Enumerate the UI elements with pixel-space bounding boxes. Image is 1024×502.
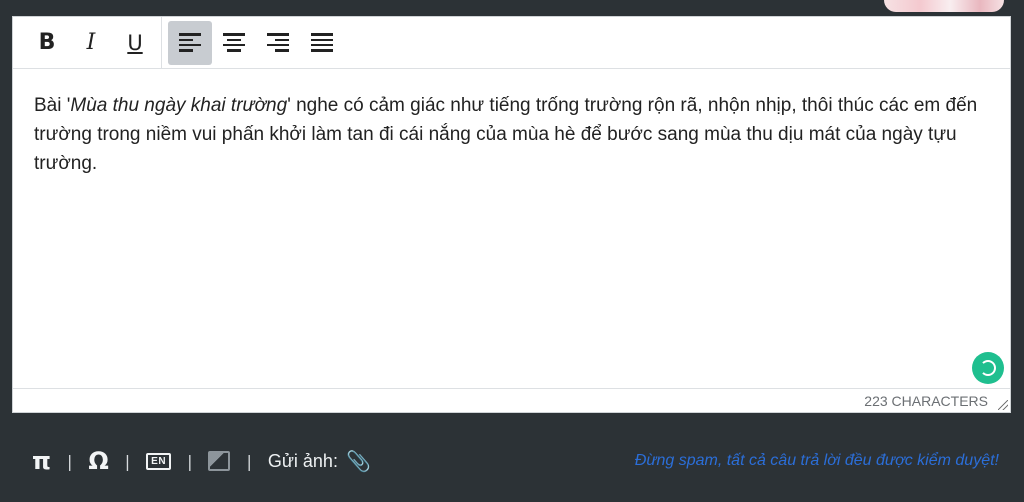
toolbar-separator: |: [246, 451, 252, 471]
content-prefix: Bài ': [34, 95, 71, 116]
align-justify-button[interactable]: [300, 21, 344, 65]
paperclip-icon[interactable]: 📎: [346, 449, 371, 473]
align-left-icon: [179, 33, 201, 52]
align-center-icon: [223, 33, 245, 52]
toolbar-divider: [161, 16, 162, 69]
editor-content[interactable]: Bài 'Mùa thu ngày khai trường' nghe có c…: [13, 69, 1010, 178]
draw-icon[interactable]: [208, 451, 231, 471]
align-right-icon: [267, 33, 289, 52]
formatting-toolbar: B I U: [13, 16, 1010, 69]
toolbar-separator: |: [124, 451, 131, 471]
align-left-button[interactable]: [168, 20, 212, 65]
decorative-flower: [884, 0, 1004, 12]
keyboard-en-icon[interactable]: EN: [146, 452, 172, 470]
send-image-label: Gửi ảnh:: [267, 450, 338, 471]
toolbar-separator: |: [66, 451, 73, 471]
content-italic-title: Mùa thu ngày khai trường: [70, 95, 288, 116]
toolbar-separator: |: [187, 451, 193, 471]
omega-icon[interactable]: Ω: [88, 447, 108, 475]
resize-handle-icon[interactable]: [998, 400, 1008, 410]
align-right-button[interactable]: [256, 21, 300, 65]
italic-button[interactable]: I: [69, 21, 113, 65]
align-justify-icon: [311, 33, 333, 52]
grammar-check-icon[interactable]: [972, 352, 1004, 384]
pi-icon[interactable]: π: [32, 447, 51, 475]
rich-text-editor[interactable]: B I U Bài 'Mùa thu ngày khai trường' ngh…: [12, 16, 1011, 413]
align-center-button[interactable]: [212, 21, 256, 65]
editor-status-bar: 223 CHARACTERS: [13, 388, 1010, 412]
moderation-notice: Đừng spam, tất cả câu trả lời đều được k…: [634, 452, 999, 469]
bold-button[interactable]: B: [25, 21, 69, 65]
bottom-toolbar: π | Ω | EN | | Gửi ảnh: 📎 Đừng spam, tất…: [12, 432, 1011, 490]
character-count: 223 CHARACTERS: [864, 392, 988, 409]
underline-button[interactable]: U: [113, 21, 157, 65]
